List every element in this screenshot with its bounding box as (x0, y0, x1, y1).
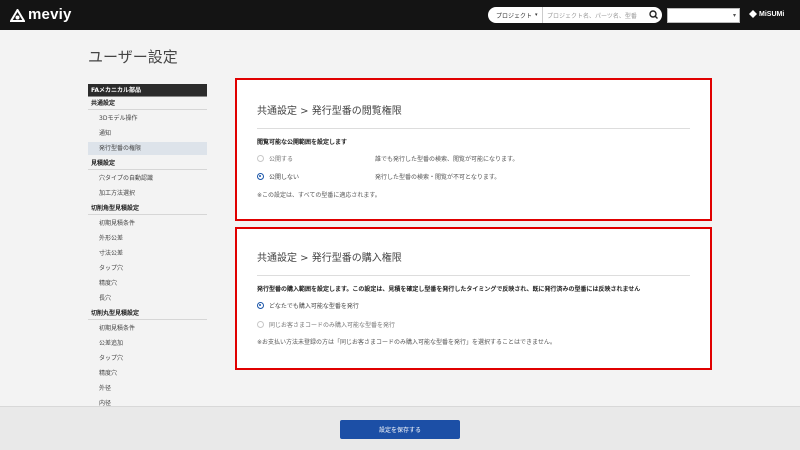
option-label: 公開しない (269, 174, 300, 181)
option-description: 誰でも発行した型番の検索、閲覧が可能になります。 (375, 156, 519, 163)
sidebar-section-square-cutting: 切削角型見積設定 (88, 202, 207, 215)
sidebar-item-tap-hole[interactable]: タップ穴 (88, 352, 207, 365)
sidebar-item-notification[interactable]: 通知 (88, 127, 207, 140)
divider (257, 275, 690, 276)
footer-bar: 設定を保存する (0, 406, 800, 450)
save-settings-button[interactable]: 設定を保存する (340, 420, 460, 439)
search-scope-select[interactable]: プロジェクト ▾ (488, 7, 543, 23)
sidebar-item-part-number-permission[interactable]: 発行型番の権限 (88, 142, 207, 155)
chevron-down-icon: ▾ (732, 12, 736, 19)
radio-anyone[interactable] (257, 302, 264, 309)
purchase-permission-description: 発行型番の購入範囲を設定します。この設定は、見積を確定し型番を発行したタイミング… (257, 286, 641, 293)
view-permission-description: 閲覧可能な公開範囲を設定します (257, 139, 348, 146)
sidebar-item-tolerance-addition[interactable]: 公差追加 (88, 337, 207, 350)
option-description: 発行した型番の検索・閲覧が不可となります。 (375, 174, 501, 181)
meviy-logo[interactable]: meviy (9, 6, 72, 23)
sidebar-item-outer-diameter[interactable]: 外径 (88, 382, 207, 395)
purchase-permission-title: 共通設定 > 発行型番の購入権限 (257, 253, 402, 264)
radio-public[interactable] (257, 155, 264, 162)
radio-private[interactable] (257, 173, 264, 180)
search-icon[interactable] (646, 7, 662, 23)
view-permission-note: ※この設定は、すべての型番に適応されます。 (257, 192, 381, 199)
option-label: どなたでも購入可能な型番を発行 (269, 303, 359, 310)
sidebar-section-common: 共通設定 (88, 97, 207, 110)
page-title: ユーザー設定 (88, 48, 178, 66)
sidebar-section-quote: 見積設定 (88, 157, 207, 170)
misumi-logo-icon (749, 10, 757, 18)
sidebar-item-initial-conditions[interactable]: 初期見積条件 (88, 217, 207, 230)
sidebar-item-precision-hole[interactable]: 精度穴 (88, 367, 207, 380)
search-scope-label: プロジェクト (496, 12, 533, 20)
view-option-public[interactable]: 公開する 誰でも発行した型番の検索、閲覧が可能になります。 (257, 154, 518, 163)
search-bar: プロジェクト ▾ プロジェクト名、パーツ名、型番 (488, 7, 662, 23)
misumi-brand-text: MiSUMi (759, 10, 785, 18)
option-label: 同じお客さまコードのみ購入可能な型番を発行 (269, 322, 396, 329)
sidebar-item-machining-method[interactable]: 加工方法選択 (88, 187, 207, 200)
sidebar-item-3d-model[interactable]: 3Dモデル操作 (88, 112, 207, 125)
misumi-logo[interactable]: MiSUMi (749, 10, 784, 18)
top-bar: meviy プロジェクト ▾ プロジェクト名、パーツ名、型番 ▾ MiSUMi (0, 0, 800, 30)
meviy-logo-icon (9, 7, 26, 22)
language-select[interactable]: ▾ (667, 8, 740, 23)
chevron-down-icon: ▾ (535, 12, 538, 18)
sidebar-item-initial-conditions[interactable]: 初期見積条件 (88, 322, 207, 335)
divider (257, 128, 690, 129)
sidebar-item-outline-tolerance[interactable]: 外形公差 (88, 232, 207, 245)
view-permission-panel: 共通設定 > 発行型番の閲覧権限 閲覧可能な公開範囲を設定します 公開する 誰で… (235, 78, 712, 221)
radio-same-customer[interactable] (257, 321, 264, 328)
sidebar-header: FAメカニカル部品 (88, 84, 207, 97)
purchase-permission-panel: 共通設定 > 発行型番の購入権限 発行型番の購入範囲を設定します。この設定は、見… (235, 227, 712, 370)
purchase-permission-note: ※お支払い方法未登録の方は「同じお客さまコードのみ購入可能な型番を発行」を選択す… (257, 339, 556, 346)
view-option-private[interactable]: 公開しない 発行した型番の検索・閲覧が不可となります。 (257, 172, 500, 181)
sidebar-item-tap-hole[interactable]: タップ穴 (88, 262, 207, 275)
sidebar-item-dimension-tolerance[interactable]: 寸法公差 (88, 247, 207, 260)
sidebar-item-hole-detection[interactable]: 穴タイプの自動認識 (88, 172, 207, 185)
settings-sidebar: FAメカニカル部品 共通設定 3Dモデル操作 通知 発行型番の権限 見積設定 穴… (88, 84, 207, 412)
view-permission-title: 共通設定 > 発行型番の閲覧権限 (257, 106, 402, 117)
logo-text: meviy (28, 6, 72, 23)
option-label: 公開する (269, 156, 294, 163)
sidebar-item-precision-hole[interactable]: 精度穴 (88, 277, 207, 290)
purchase-option-same-customer[interactable]: 同じお客さまコードのみ購入可能な型番を発行 (257, 320, 395, 329)
search-input[interactable]: プロジェクト名、パーツ名、型番 (543, 11, 646, 20)
sidebar-item-slot-hole[interactable]: 長穴 (88, 292, 207, 305)
purchase-option-anyone[interactable]: どなたでも購入可能な型番を発行 (257, 301, 359, 310)
sidebar-section-round-cutting: 切削丸型見積設定 (88, 307, 207, 320)
